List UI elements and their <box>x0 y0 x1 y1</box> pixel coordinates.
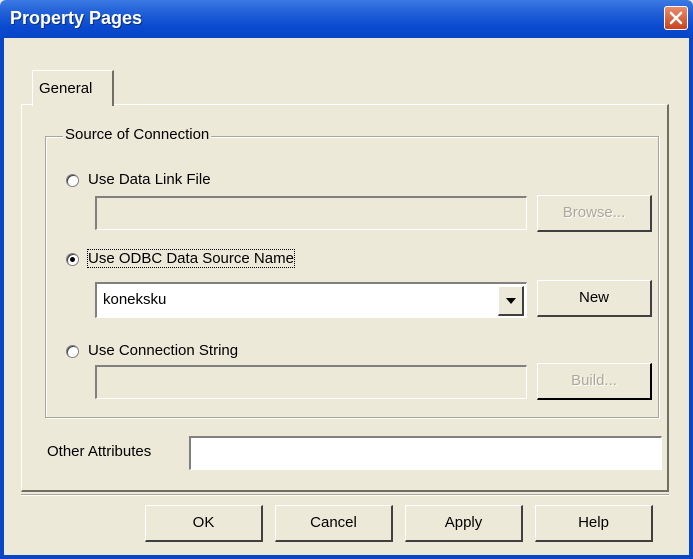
help-button[interactable]: Help <box>535 505 653 542</box>
separator <box>21 494 669 496</box>
tab-general[interactable]: General <box>32 70 114 106</box>
other-attributes-input[interactable] <box>189 436 662 470</box>
other-attributes-label: Other Attributes <box>47 443 152 460</box>
window-border <box>0 555 693 559</box>
new-button[interactable]: New <box>537 280 652 317</box>
apply-button[interactable]: Apply <box>405 505 523 542</box>
radio-connection-string[interactable] <box>66 345 79 358</box>
tab-general-label: General <box>39 80 93 97</box>
window-border <box>0 38 4 559</box>
radio-data-link-file-label[interactable]: Use Data Link File <box>88 171 211 188</box>
connection-string-field[interactable] <box>95 365 527 399</box>
radio-odbc-dsn[interactable] <box>66 253 79 266</box>
dsn-dropdown-button[interactable] <box>498 286 524 316</box>
radio-odbc-dsn-label[interactable]: Use ODBC Data Source Name <box>87 249 295 268</box>
browse-button[interactable]: Browse... <box>537 195 652 232</box>
window-border <box>689 38 693 559</box>
group-legend: Source of Connection <box>63 126 212 143</box>
window-title: Property Pages <box>10 8 143 28</box>
dsn-value: koneksku <box>103 291 167 308</box>
radio-data-link-file[interactable] <box>66 174 79 187</box>
chevron-down-icon <box>506 298 516 304</box>
cancel-button[interactable]: Cancel <box>275 505 393 542</box>
radio-connection-string-label[interactable]: Use Connection String <box>88 342 238 359</box>
title-bar[interactable]: Property Pages <box>0 0 693 38</box>
dsn-combobox[interactable]: koneksku <box>95 282 527 318</box>
close-button[interactable] <box>664 6 688 30</box>
close-icon <box>669 11 683 25</box>
data-link-file-field[interactable] <box>95 196 527 230</box>
build-button[interactable]: Build... <box>537 363 652 400</box>
ok-button[interactable]: OK <box>145 505 263 542</box>
